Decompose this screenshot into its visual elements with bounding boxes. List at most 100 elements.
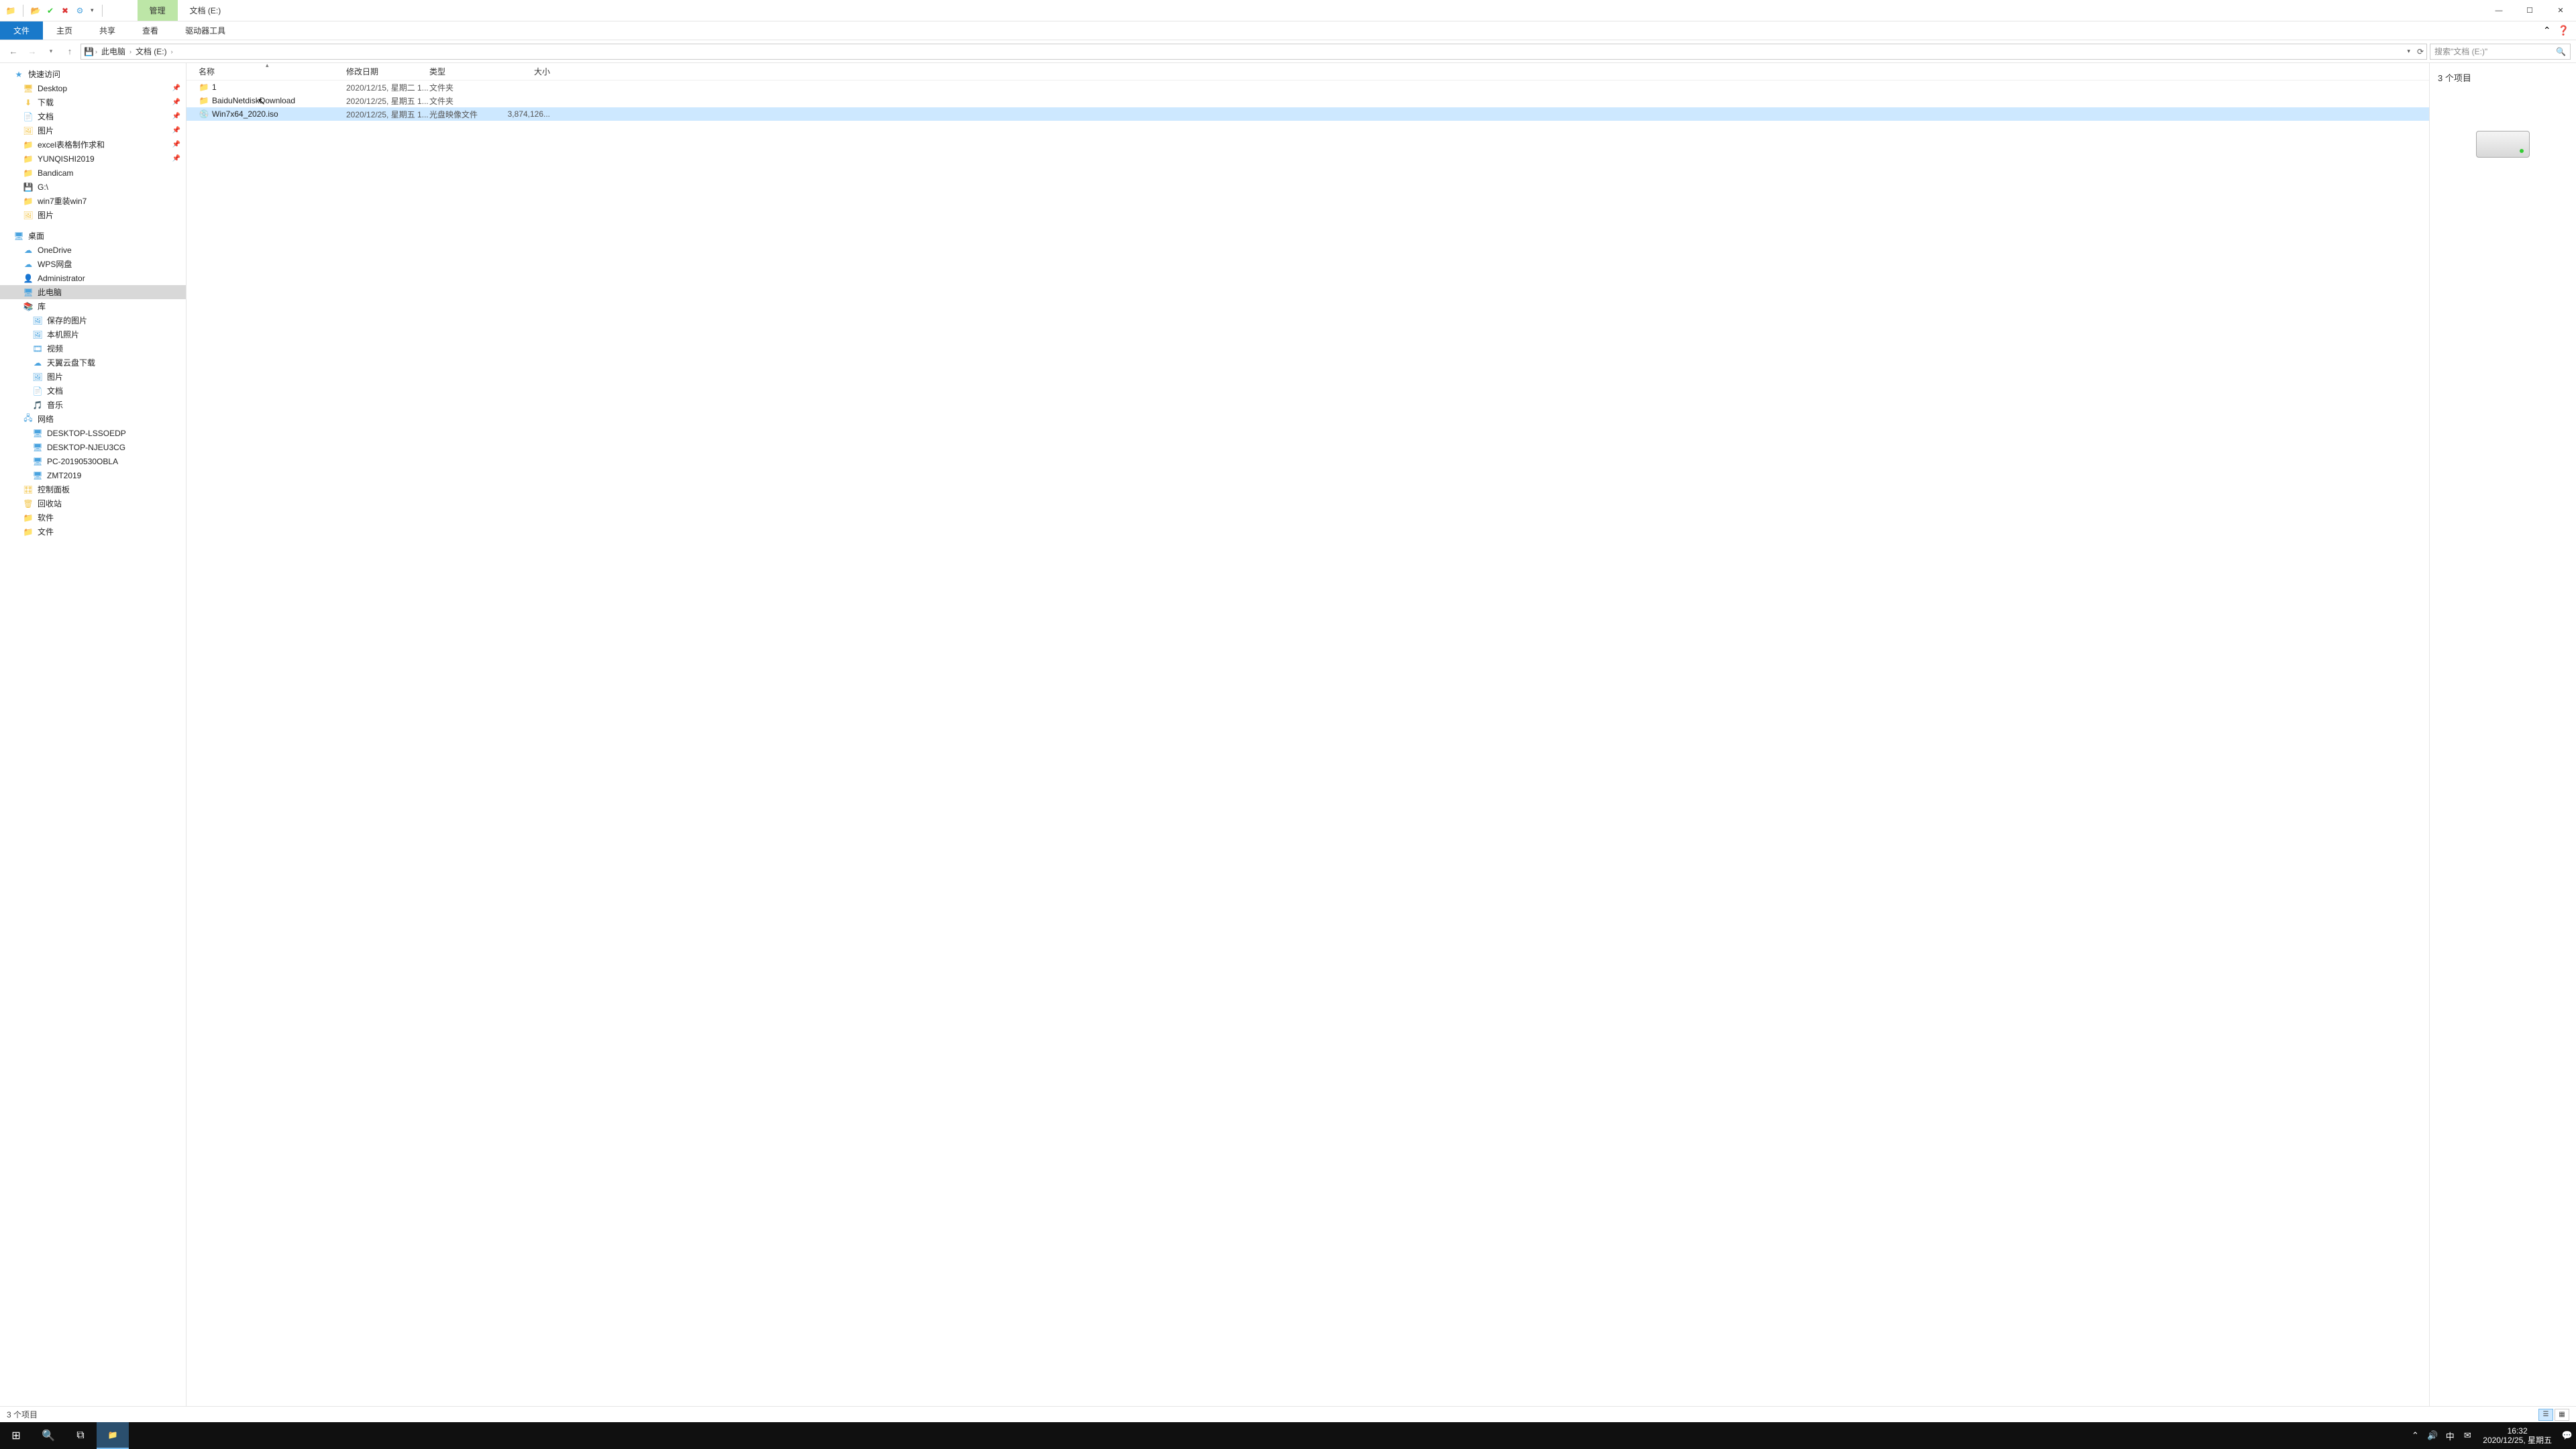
task-view-button[interactable]: ⧉: [64, 1422, 97, 1449]
minimize-button[interactable]: —: [2483, 0, 2514, 21]
tree-item[interactable]: 🖥PC-20190530OBLA: [0, 454, 186, 468]
nav-forward-button[interactable]: →: [24, 44, 40, 60]
chevron-right-icon[interactable]: ›: [171, 48, 173, 55]
ime-indicator[interactable]: 中: [2441, 1422, 2459, 1449]
tree-item[interactable]: 📁Bandicam: [0, 166, 186, 180]
tree-network[interactable]: 🖧 网络: [0, 412, 186, 426]
table-row[interactable]: 📁BaiduNetdiskDownload2020/12/25, 星期五 1..…: [186, 94, 2429, 107]
tree-item[interactable]: 📁YUNQISHI2019📌: [0, 152, 186, 166]
column-header-type[interactable]: 类型: [429, 66, 496, 77]
tree-label: DESKTOP-LSSOEDP: [47, 429, 126, 438]
table-row[interactable]: 💿Win7x64_2020.iso2020/12/25, 星期五 1...光盘映…: [186, 107, 2429, 121]
tree-item[interactable]: 📁文件: [0, 525, 186, 539]
qat-config-icon[interactable]: ⚙: [74, 5, 85, 16]
search-input[interactable]: 搜索"文档 (E:)" 🔍: [2430, 44, 2571, 60]
search-icon[interactable]: 🔍: [2556, 47, 2566, 56]
maximize-button[interactable]: ☐: [2514, 0, 2545, 21]
tree-item[interactable]: ☁OneDrive: [0, 243, 186, 257]
view-details-button[interactable]: ☰: [2538, 1409, 2553, 1421]
tree-desktop[interactable]: 🖥 桌面: [0, 229, 186, 243]
ribbon-help: ⌃ ❓: [2536, 21, 2576, 40]
file-type: 光盘映像文件: [429, 109, 496, 120]
item-icon: 📁: [23, 196, 34, 207]
start-button[interactable]: ⊞: [0, 1422, 32, 1449]
tab-view[interactable]: 查看: [129, 21, 172, 40]
column-header-name[interactable]: 名称: [199, 66, 346, 77]
refresh-icon[interactable]: ⟳: [2417, 47, 2424, 56]
tree-quick-access[interactable]: ★ 快速访问: [0, 67, 186, 81]
context-tab-manage[interactable]: 管理: [138, 0, 178, 21]
pin-icon: 📌: [172, 113, 180, 120]
action-center-icon[interactable]: 💬: [2559, 1422, 2576, 1449]
tree-item[interactable]: 📁软件: [0, 511, 186, 525]
tree-item[interactable]: 🖼图片📌: [0, 123, 186, 138]
nav-up-button[interactable]: ↑: [62, 44, 78, 60]
tree-item[interactable]: 📄文档: [0, 384, 186, 398]
tree-item[interactable]: 👤Administrator: [0, 271, 186, 285]
volume-icon[interactable]: 🔊: [2424, 1422, 2441, 1449]
chevron-right-icon[interactable]: ›: [95, 48, 97, 55]
tree-item[interactable]: 📄文档📌: [0, 109, 186, 123]
tree-item[interactable]: 🖥ZMT2019: [0, 468, 186, 482]
breadcrumb[interactable]: 此电脑: [99, 46, 128, 57]
file-list[interactable]: ▴ 名称 修改日期 类型 大小 📁12020/12/15, 星期二 1...文件…: [186, 63, 2430, 1406]
tree-item[interactable]: ⬇下载📌: [0, 95, 186, 109]
tree-item[interactable]: 🖼图片: [0, 370, 186, 384]
tray-app-icon[interactable]: ✉: [2459, 1422, 2476, 1449]
clock-time: 16:32: [2483, 1426, 2552, 1436]
tab-drive-tools[interactable]: 驱动器工具: [172, 21, 239, 40]
tree-item[interactable]: 🖥Desktop📌: [0, 81, 186, 95]
desktop-icon: 🖥: [13, 231, 24, 241]
tree-item[interactable]: ☁天翼云盘下载: [0, 356, 186, 370]
tree-item[interactable]: 🎛控制面板: [0, 482, 186, 496]
address-dropdown-icon[interactable]: ▾: [2407, 48, 2410, 55]
tree-item[interactable]: 🎞视频: [0, 341, 186, 356]
close-button[interactable]: ✕: [2545, 0, 2576, 21]
tree-item[interactable]: ☁WPS网盘: [0, 257, 186, 271]
tab-home[interactable]: 主页: [43, 21, 86, 40]
tab-share[interactable]: 共享: [86, 21, 129, 40]
tree-item[interactable]: 🖼本机照片: [0, 327, 186, 341]
table-row[interactable]: 📁12020/12/15, 星期二 1...文件夹: [186, 80, 2429, 94]
tab-file[interactable]: 文件: [0, 21, 43, 40]
taskbar-explorer-button[interactable]: 📁: [97, 1422, 129, 1449]
breadcrumb[interactable]: 文档 (E:): [133, 46, 170, 57]
file-name: 1: [212, 83, 346, 92]
tree-item[interactable]: 🖥DESKTOP-NJEU3CG: [0, 440, 186, 454]
status-text: 3 个项目: [7, 1409, 38, 1420]
nav-back-button[interactable]: ←: [5, 44, 21, 60]
tree-item[interactable]: 💾G:\: [0, 180, 186, 194]
item-icon: 🗑: [23, 498, 34, 509]
tree-item[interactable]: 🎵音乐: [0, 398, 186, 412]
navigation-tree[interactable]: ★ 快速访问 🖥Desktop📌⬇下载📌📄文档📌🖼图片📌📁excel表格制作求和…: [0, 63, 186, 1406]
qat-check-icon[interactable]: ✔: [45, 5, 56, 16]
tree-item[interactable]: 🖥DESKTOP-LSSOEDP: [0, 426, 186, 440]
column-header-size[interactable]: 大小: [496, 66, 550, 77]
tree-label: WPS网盘: [38, 258, 72, 270]
taskbar-clock[interactable]: 16:32 2020/12/25, 星期五: [2476, 1426, 2559, 1446]
tray-overflow-icon[interactable]: ⌃: [2406, 1422, 2424, 1449]
taskbar-search-button[interactable]: 🔍: [32, 1422, 64, 1449]
tree-item[interactable]: 🗑回收站: [0, 496, 186, 511]
chevron-right-icon[interactable]: ›: [129, 48, 131, 55]
window-title: 文档 (E:): [178, 0, 233, 21]
tree-item[interactable]: 📁excel表格制作求和📌: [0, 138, 186, 152]
tree-item[interactable]: 📁win7重装win7: [0, 194, 186, 208]
qat-delete-icon[interactable]: ✖: [60, 5, 70, 16]
qat-open-icon[interactable]: 📂: [30, 5, 41, 16]
item-icon: 🖼: [23, 210, 34, 221]
nav-recent-dropdown[interactable]: ▾: [43, 44, 59, 60]
tree-item[interactable]: 🖼保存的图片: [0, 313, 186, 327]
qat-dropdown-icon[interactable]: ▾: [89, 7, 95, 14]
tree-item[interactable]: 🖼图片: [0, 208, 186, 222]
help-icon[interactable]: ❓: [2558, 25, 2569, 36]
address-box[interactable]: 💾 › 此电脑 › 文档 (E:) › ▾ ⟳: [80, 44, 2427, 60]
tree-item[interactable]: 🖥此电脑: [0, 285, 186, 299]
ribbon-collapse-icon[interactable]: ⌃: [2543, 25, 2551, 36]
drive-preview-icon: [2476, 131, 2530, 158]
view-thumbnails-button[interactable]: ▦: [2555, 1409, 2569, 1421]
item-icon: 🖼: [32, 315, 43, 326]
tree-item[interactable]: 📚库: [0, 299, 186, 313]
column-header-date[interactable]: 修改日期: [346, 66, 429, 77]
item-icon: 📚: [23, 301, 34, 312]
